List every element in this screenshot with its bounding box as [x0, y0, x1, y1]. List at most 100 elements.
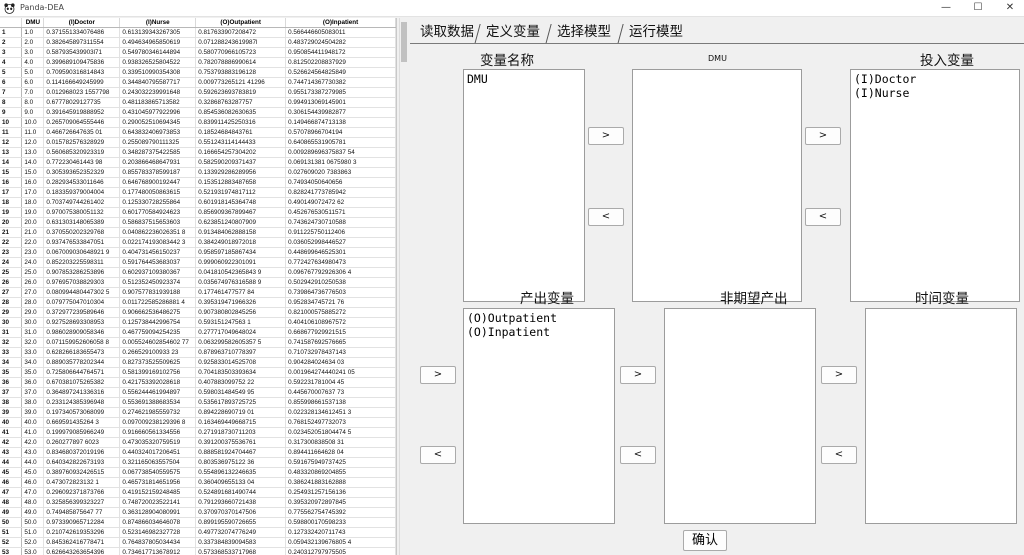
table-cell[interactable]: 0.203866468647931: [119, 157, 197, 168]
column-header[interactable]: (O)Inpatient: [285, 18, 396, 28]
table-cell[interactable]: 4.0: [21, 57, 45, 68]
table-cell[interactable]: 0.490149072472 62: [285, 197, 396, 208]
table-cell[interactable]: 0.646768900192447: [119, 177, 197, 188]
table-cell[interactable]: 0.827373525509625: [119, 357, 197, 368]
table-cell[interactable]: 0.598031484549 95: [195, 387, 287, 398]
table-row[interactable]: 39 39.0 0.197340573068099 0.274621985559732…: [0, 407, 396, 418]
table-cell[interactable]: 0.096767792926306 4: [285, 267, 396, 278]
minimize-button[interactable]: —: [930, 0, 962, 17]
table-cell[interactable]: 0.581399169102756: [119, 367, 197, 378]
table-cell[interactable]: 0.670381075265382: [43, 377, 121, 388]
table-row[interactable]: 8 8.0 0.67778029127735 0.481183865713582 0.3…: [0, 97, 396, 108]
table-row[interactable]: 31 31.0 0.986028909058346 0.467759094254235…: [0, 327, 396, 338]
table-row[interactable]: 44 44.0 0.640342822673193 0.321165063557504…: [0, 457, 396, 468]
table-cell[interactable]: 19.0: [21, 207, 45, 218]
table-row[interactable]: 52 52.0 0.845362416778471 0.764837805034434…: [0, 537, 396, 548]
table-cell[interactable]: 0.040862236026351 8: [119, 227, 197, 238]
table-cell[interactable]: 0.593151247563 1: [195, 317, 287, 328]
table-cell[interactable]: 0.022328134612451 3: [285, 407, 396, 418]
table-cell[interactable]: 0.210742619353296: [43, 527, 121, 538]
table-cell[interactable]: 0.753793883196128: [195, 67, 287, 78]
table-cell[interactable]: 7.0: [21, 87, 45, 98]
table-cell[interactable]: 0.772230461443 98: [43, 157, 121, 168]
table-cell[interactable]: 0.363128904080991: [119, 507, 197, 518]
table-cell[interactable]: 0.260277897 6023: [43, 437, 121, 448]
table-cell[interactable]: 30.0: [21, 317, 45, 328]
data-table-view[interactable]: DMU (I)Doctor (I)Nurse (O)Outpatient (O)Inpa…: [0, 18, 397, 555]
table-cell[interactable]: 35.0: [21, 367, 45, 378]
table-cell[interactable]: 43.0: [21, 447, 45, 458]
output-variables-list[interactable]: (O)Outpatient (O)Inpatient: [463, 308, 615, 524]
undesired-output-list[interactable]: [664, 308, 816, 524]
table-row[interactable]: 43 43.0 0.834680372019196 0.440324017206451…: [0, 447, 396, 458]
table-cell[interactable]: 0.710732978437143: [285, 347, 396, 358]
table-cell[interactable]: 10.0: [21, 117, 45, 128]
table-cell[interactable]: 0.937476533847051: [43, 237, 121, 248]
time-variable-list[interactable]: [865, 308, 1017, 524]
table-cell[interactable]: 0.391645919888952: [43, 107, 121, 118]
table-cell[interactable]: 0.803536975122 36: [195, 457, 287, 468]
column-header[interactable]: [0, 18, 23, 28]
table-cell[interactable]: 0.889035778202344: [43, 357, 121, 368]
table-cell[interactable]: 1.0: [21, 27, 45, 38]
table-cell[interactable]: 0.834680372019196: [43, 447, 121, 458]
table-cell[interactable]: 0.669591435264 3: [43, 417, 121, 428]
table-cell[interactable]: 0.580770966105723: [195, 47, 287, 58]
table-row[interactable]: 17 17.0 0.183359379004004 0.177480050863615…: [0, 187, 396, 198]
table-cell[interactable]: 0.481183865713582: [119, 97, 197, 108]
table-cell[interactable]: 0.904284024634 03: [285, 357, 396, 368]
table-cell[interactable]: 32.0: [21, 337, 45, 348]
table-cell[interactable]: 0.386241883162888: [285, 477, 396, 488]
table-cell[interactable]: 0.643832406973853: [119, 127, 197, 138]
scrollbar-thumb[interactable]: [401, 22, 407, 62]
table-cell[interactable]: 0.523146982327728: [119, 527, 197, 538]
table-cell[interactable]: 0.384249018972018: [195, 237, 287, 248]
table-cell[interactable]: 0.149466874713138: [285, 117, 396, 128]
table-cell[interactable]: 0.67778029127735: [43, 97, 121, 108]
table-cell[interactable]: 0.404731456150237: [119, 247, 197, 258]
table-cell[interactable]: 0.994913069145901: [285, 97, 396, 108]
table-cell[interactable]: 0.955173387279985: [285, 87, 396, 98]
table-cell[interactable]: 26.0: [21, 277, 45, 288]
table-cell[interactable]: 0.899195590726655: [195, 517, 287, 528]
table-cell[interactable]: 0.114166649245999: [43, 77, 121, 88]
table-cell[interactable]: 18.0: [21, 197, 45, 208]
table-cell[interactable]: 0.821000575885272: [285, 307, 396, 318]
table-row[interactable]: 35 35.0 0.725806644764571 0.581399169102756…: [0, 367, 396, 378]
table-cell[interactable]: 0.177480050863615: [119, 187, 197, 198]
table-cell[interactable]: 0.573368533717968: [195, 547, 287, 555]
table-cell[interactable]: 0.749485875647 77: [43, 507, 121, 518]
table-cell[interactable]: 0.321165063557504: [119, 457, 197, 468]
table-cell[interactable]: 0.950854411948172: [285, 47, 396, 58]
table-row[interactable]: 24 24.0 0.852203225598311 0.591764453683037…: [0, 257, 396, 268]
table-cell[interactable]: 0.465731814651956: [119, 477, 197, 488]
table-cell[interactable]: 0.601770584924623: [119, 207, 197, 218]
table-cell[interactable]: 0.907380802845256: [195, 307, 287, 318]
table-cell[interactable]: 0.764837805034434: [119, 537, 197, 548]
table-cell[interactable]: 0.894228690719 01: [195, 407, 287, 418]
table-cell[interactable]: 53.0: [21, 547, 45, 555]
table-cell[interactable]: 0.502942910250538: [285, 277, 396, 288]
table-cell[interactable]: 14.0: [21, 157, 45, 168]
table-cell[interactable]: 5.0: [21, 67, 45, 78]
table-cell[interactable]: 0.440324017206451: [119, 447, 197, 458]
list-item[interactable]: (O)Inpatient: [467, 325, 611, 339]
table-row[interactable]: 30 30.0 0.927528693308953 0.125738442996754…: [0, 317, 396, 328]
table-cell[interactable]: 0.306154439982877: [285, 107, 396, 118]
table-cell[interactable]: 0.845362416778471: [43, 537, 121, 548]
table-cell[interactable]: 24.0: [21, 257, 45, 268]
table-cell[interactable]: 0.337384839094583: [195, 537, 287, 548]
table-row[interactable]: 4 4.0 0.399689109475836 0.938326525804522 0.…: [0, 57, 396, 68]
table-cell[interactable]: 0.772427634980473: [285, 257, 396, 268]
table-cell[interactable]: 0.389760932426515: [43, 467, 121, 478]
table-cell[interactable]: 27.0: [21, 287, 45, 298]
table-cell[interactable]: 0.586837515653603: [119, 217, 197, 228]
table-cell[interactable]: 0.483729024504282: [285, 37, 396, 48]
table-cell[interactable]: 0.177461477577 84: [195, 287, 287, 298]
table-cell[interactable]: 0.526624564825849: [285, 67, 396, 78]
list-item[interactable]: DMU: [467, 72, 581, 86]
table-row[interactable]: 10 10.0 0.265709064555446 0.290052510694345…: [0, 117, 396, 128]
table-cell[interactable]: 0.741587692576665: [285, 337, 396, 348]
table-cell[interactable]: 52.0: [21, 537, 45, 548]
table-row[interactable]: 33 33.0 0.628266183655473 0.266529100933 23…: [0, 347, 396, 358]
